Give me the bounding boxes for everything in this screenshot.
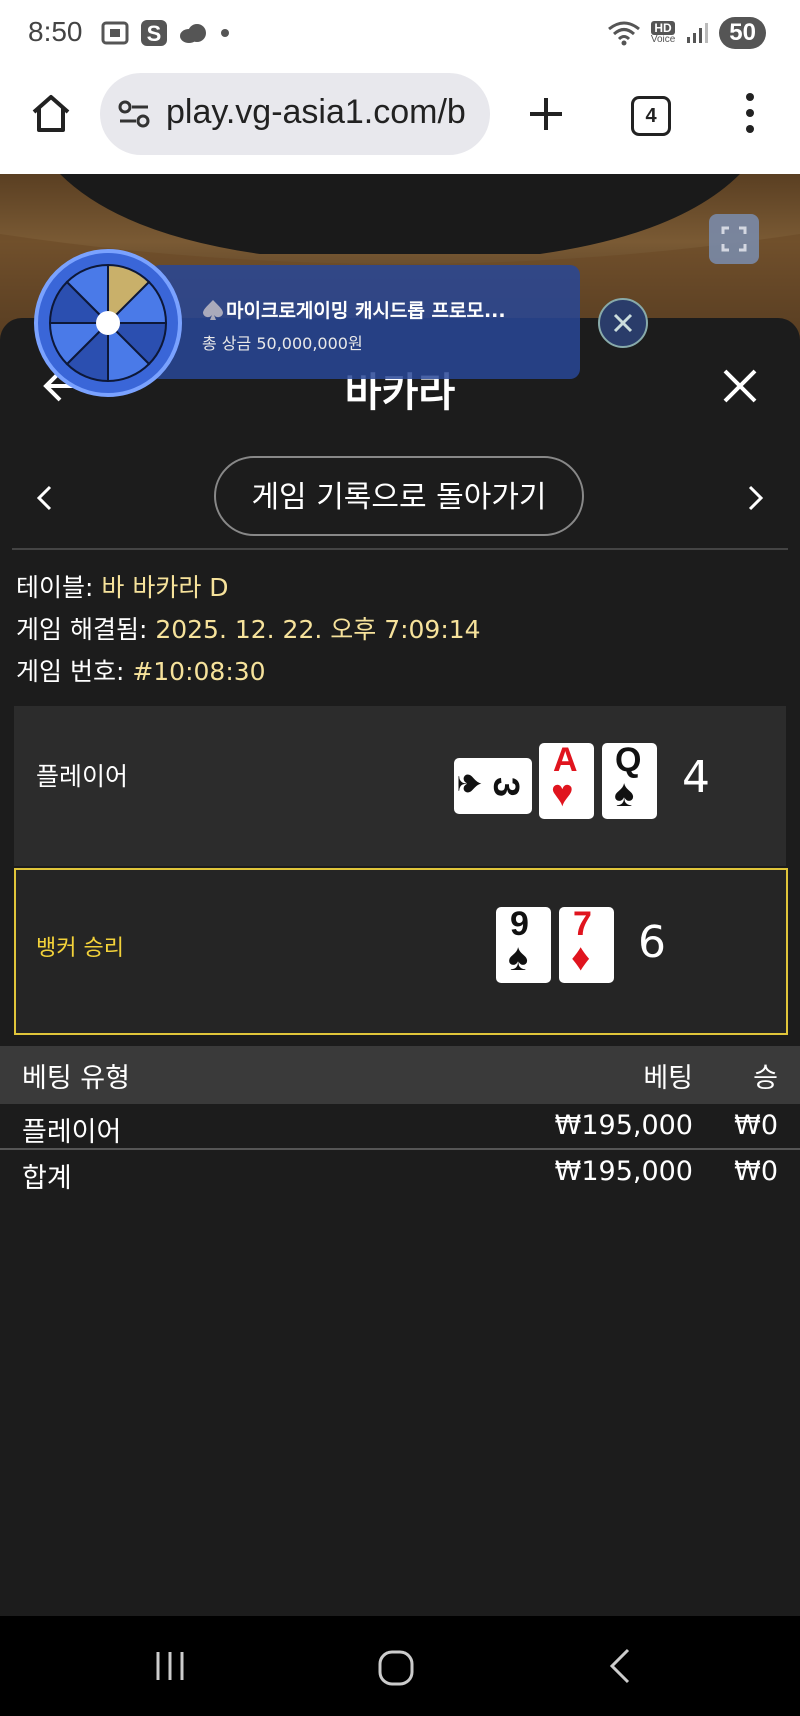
banker-score: 6 [638,917,666,968]
next-chevron-icon[interactable] [744,484,766,512]
card-suit: ♦ [571,937,591,979]
hd-label: HD [651,21,675,35]
player-card-2: A ♥ [539,741,594,819]
promo-title: 마이크로게이밍 캐시드롭 프로모... [226,300,506,322]
status-time: 8:50 [28,16,83,47]
address-bar[interactable]: play.vg-asia1.com/b [100,73,490,155]
hd-voice-icon: HD Voice [651,21,675,45]
fullscreen-button[interactable] [709,214,759,264]
card-suit: ♠ [508,937,529,979]
total-win: ₩0 [734,1156,778,1187]
header-bet-type: 베팅 유형 [22,1063,130,1094]
status-system-icons: HD Voice 50 [607,17,766,49]
recent-apps-icon[interactable] [152,1648,188,1684]
promo-close-button[interactable] [598,298,648,348]
wifi-icon [607,21,640,46]
table-divider [0,1148,800,1150]
site-settings-icon[interactable] [118,99,150,129]
player-score: 4 [682,752,710,803]
promo-subtitle: 총 상금 50,000,000원 [202,334,363,353]
more-options-icon[interactable] [740,90,760,136]
total-bet: ₩195,000 [554,1156,693,1187]
table-label: 테이블: [16,573,102,602]
cloud-icon [180,24,206,43]
s-app-icon: S [141,20,167,46]
table-value: 바 바카라 D [101,573,229,602]
player-card-3: Q ♠ [602,741,657,819]
screenshot-icon [101,21,129,45]
previous-chevron-icon[interactable] [34,484,56,512]
signal-icon [687,23,709,43]
close-icon[interactable] [720,366,760,406]
header-win-amount: 승 [753,1063,778,1094]
resolved-info: 게임 해결됨: 2025. 12. 22. 오후 7:09:14 [16,610,481,646]
url-text: play.vg-asia1.com/b [166,93,466,131]
player-hand-row [14,706,786,866]
player-label: 플레이어 [36,762,129,791]
spade-icon [203,300,223,320]
prize-wheel-icon[interactable] [34,249,182,397]
game-number-label: 게임 번호: [16,657,133,686]
home-icon[interactable] [28,90,74,136]
card-suit: ♥ [551,773,574,815]
banker-card-1: 9 ♠ [496,905,551,983]
player-card-1: 3 ♠ [450,758,532,814]
resolved-value: 2025. 12. 22. 오후 7:09:14 [155,615,481,644]
tab-switcher-button[interactable]: 4 [631,96,671,136]
back-to-history-button[interactable]: 게임 기록으로 돌아가기 [214,456,584,536]
game-number-value: #10:08:30 [132,657,266,686]
voice-label: Voice [650,34,676,45]
dot-icon [221,29,229,37]
card-suit: ♠ [614,773,635,815]
battery-indicator: 50 [719,17,766,49]
bet-row-amount: ₩195,000 [554,1110,693,1141]
divider [12,548,788,550]
banker-win-label: 뱅커 승리 [36,936,124,961]
bet-row-type: 플레이어 [22,1117,122,1148]
total-label: 합계 [22,1163,72,1194]
home-nav-icon[interactable] [376,1648,416,1688]
status-bar: 8:50 S HD Voice 50 [0,0,800,70]
bet-row-win: ₩0 [734,1110,778,1141]
header-bet-amount: 베팅 [643,1063,693,1094]
browser-toolbar: play.vg-asia1.com/b 4 [0,70,800,174]
card-suit: ♠ [449,773,492,794]
resolved-label: 게임 해결됨: [16,615,156,644]
new-tab-icon[interactable] [526,94,566,134]
banker-card-2: 7 ♦ [559,905,614,983]
close-icon [613,313,633,333]
svg-text:S: S [147,21,162,46]
table-info: 테이블: 바 바카라 D [16,568,229,604]
back-nav-icon[interactable] [604,1646,634,1686]
expand-icon [721,226,747,252]
game-number-info: 게임 번호: #10:08:30 [16,652,266,688]
status-notification-icons: S [100,18,232,48]
system-navigation-bar [0,1616,800,1716]
banker-hand-row [14,868,788,1035]
